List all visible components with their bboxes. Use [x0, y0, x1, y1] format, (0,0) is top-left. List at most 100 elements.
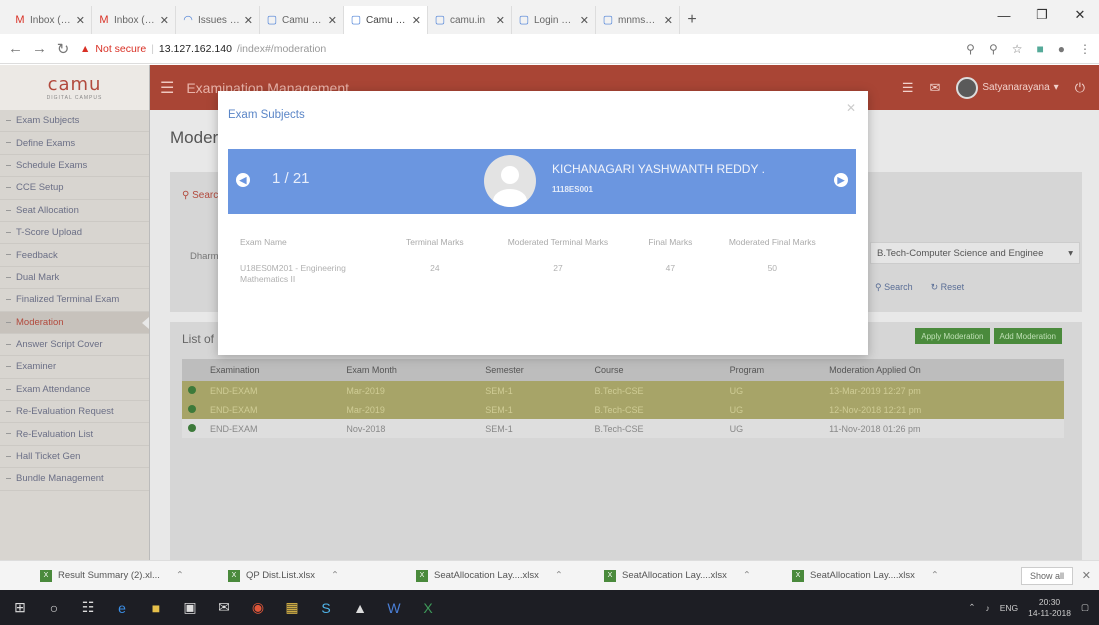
- restore-icon[interactable]: ❐: [1023, 0, 1061, 30]
- sidebar-item[interactable]: Finalized Terminal Exam: [0, 289, 149, 312]
- browser-tab[interactable]: ◠ Issues - Nand ✕: [176, 6, 260, 34]
- power-icon[interactable]: ⏻: [1075, 80, 1085, 96]
- table-row[interactable]: END-EXAM Nov-2018 SEM-1 B.Tech-CSE UG 11-Nov-…: [182, 419, 1064, 438]
- reload-icon[interactable]: ↻: [56, 40, 70, 58]
- app-icon[interactable]: ▲: [350, 598, 370, 618]
- file-explorer-icon[interactable]: ■: [146, 598, 166, 618]
- app-icon[interactable]: ▦: [282, 598, 302, 618]
- close-tab-icon[interactable]: ✕: [328, 14, 337, 27]
- sidebar-item[interactable]: Feedback: [0, 244, 149, 267]
- hamburger-icon[interactable]: ☰: [160, 78, 174, 98]
- chevron-up-icon[interactable]: ⌃: [555, 570, 563, 581]
- browser-tab[interactable]: M Inbox (1,020) ✕: [92, 6, 176, 34]
- sidebar-item[interactable]: Exam Subjects: [0, 110, 149, 133]
- logo[interactable]: camu DIGITAL CAMPUS: [0, 65, 149, 110]
- close-downloads-icon[interactable]: ✕: [1082, 569, 1091, 582]
- user-menu[interactable]: Satyanarayana ▾: [956, 76, 1059, 99]
- browser-tab[interactable]: ▢ Camu - Your ✕: [344, 6, 428, 34]
- language-indicator[interactable]: ENG: [1000, 603, 1018, 613]
- chrome-icon[interactable]: ◉: [248, 598, 268, 618]
- browser-tab[interactable]: ▢ mnmsmpw ✕: [596, 6, 680, 34]
- download-item[interactable]: X Result Summary (2).xl... ⌃: [40, 569, 228, 582]
- chevron-up-icon[interactable]: ⌃: [968, 602, 975, 613]
- apply-moderation-button[interactable]: Apply Moderation: [915, 328, 990, 344]
- exam-subjects-modal: Exam Subjects ✕ ◀ 1 / 21 KICHANAGARI YAS…: [218, 91, 868, 355]
- close-tab-icon[interactable]: ✕: [244, 14, 253, 27]
- close-tab-icon[interactable]: ✕: [664, 14, 673, 27]
- download-item[interactable]: X SeatAllocation Lay....xlsx ⌃: [604, 569, 792, 582]
- skype-icon[interactable]: S: [316, 598, 336, 618]
- table-cell: END-EXAM: [204, 381, 341, 400]
- minimize-icon[interactable]: —: [985, 0, 1023, 30]
- sidebar-item[interactable]: Exam Attendance: [0, 379, 149, 402]
- chevron-up-icon[interactable]: ⌃: [176, 570, 184, 581]
- chevron-up-icon[interactable]: ⌃: [931, 570, 939, 581]
- search-button[interactable]: ⚲ Search: [875, 282, 913, 293]
- sidebar-item[interactable]: Moderation: [0, 311, 149, 334]
- add-moderation-button[interactable]: Add Moderation: [993, 328, 1062, 344]
- sidebar-item[interactable]: CCE Setup: [0, 177, 149, 200]
- prev-student-icon[interactable]: ◀: [236, 173, 250, 187]
- edge-icon[interactable]: e: [112, 598, 132, 618]
- store-icon[interactable]: ▣: [180, 598, 200, 618]
- browser-tab[interactable]: ▢ camu.in ✕: [428, 6, 512, 34]
- mail-icon[interactable]: ✉: [929, 80, 940, 96]
- excel-icon[interactable]: X: [418, 598, 438, 618]
- reset-button[interactable]: ↻ Reset: [931, 282, 965, 293]
- sidebar-item[interactable]: Answer Script Cover: [0, 334, 149, 357]
- close-tab-icon[interactable]: ✕: [580, 14, 589, 27]
- sidebar-item[interactable]: Dual Mark: [0, 267, 149, 290]
- browser-tab[interactable]: ▢ Camu - Your ✕: [260, 6, 344, 34]
- browser-tab[interactable]: M Inbox (19) - v ✕: [8, 6, 92, 34]
- profile-icon[interactable]: ●: [1058, 42, 1065, 56]
- url-field[interactable]: ▲ Not secure | 13.127.162.140 /index#/mo…: [80, 43, 956, 55]
- sidebar-item[interactable]: T-Score Upload: [0, 222, 149, 245]
- volume-icon[interactable]: ♪: [985, 603, 989, 613]
- back-icon[interactable]: ←: [8, 40, 23, 57]
- download-item[interactable]: X QP Dist.List.xlsx ⌃: [228, 569, 416, 582]
- chevron-up-icon[interactable]: ⌃: [331, 570, 339, 581]
- table-row[interactable]: END-EXAM Mar-2019 SEM-1 B.Tech-CSE UG 13-Mar-…: [182, 381, 1064, 400]
- clock[interactable]: 20:30 14-11-2018: [1028, 597, 1071, 619]
- expand-row-icon[interactable]: [188, 423, 196, 432]
- close-tab-icon[interactable]: ✕: [160, 14, 169, 27]
- sidebar-item[interactable]: Bundle Management: [0, 468, 149, 491]
- close-tab-icon[interactable]: ✕: [496, 14, 505, 27]
- sidebar-item[interactable]: Seat Allocation: [0, 200, 149, 222]
- sidebar-item[interactable]: Re-Evaluation List: [0, 423, 149, 446]
- close-icon[interactable]: ✕: [846, 101, 856, 115]
- show-all-button[interactable]: Show all: [1020, 567, 1073, 585]
- close-tab-icon[interactable]: ✕: [412, 14, 421, 27]
- extension-icon[interactable]: ■: [1037, 42, 1044, 56]
- close-window-icon[interactable]: ✕: [1061, 0, 1099, 30]
- close-tab-icon[interactable]: ✕: [76, 14, 85, 27]
- new-tab-button[interactable]: +: [680, 6, 704, 34]
- zoom-icon[interactable]: ⚲: [989, 42, 998, 56]
- menu-dots-icon[interactable]: ⋮: [1079, 42, 1091, 56]
- program-select[interactable]: B.Tech-Computer Science and Enginee ▾: [870, 242, 1080, 264]
- table-row[interactable]: END-EXAM Mar-2019 SEM-1 B.Tech-CSE UG 12-Nov-…: [182, 400, 1064, 419]
- sidebar-item[interactable]: Hall Ticket Gen: [0, 446, 149, 469]
- next-student-icon[interactable]: ▶: [834, 173, 848, 187]
- mail-app-icon[interactable]: ✉: [214, 598, 234, 618]
- sidebar-item[interactable]: Define Exams: [0, 132, 149, 155]
- tab-title: Camu - Your: [282, 14, 324, 26]
- key-icon[interactable]: ⚲: [966, 42, 975, 56]
- expand-row-icon[interactable]: [188, 385, 196, 394]
- browser-tab[interactable]: ▢ Login Page - ✕: [512, 6, 596, 34]
- forward-icon[interactable]: →: [32, 40, 47, 57]
- list-icon[interactable]: ☰: [902, 80, 914, 96]
- sidebar-item[interactable]: Schedule Exams: [0, 155, 149, 178]
- task-view-icon[interactable]: ☷: [78, 598, 98, 618]
- notification-icon[interactable]: ▢: [1081, 602, 1089, 613]
- star-icon[interactable]: ☆: [1012, 42, 1023, 56]
- download-item[interactable]: X SeatAllocation Lay....xlsx ⌃: [416, 569, 604, 582]
- chevron-up-icon[interactable]: ⌃: [743, 570, 751, 581]
- download-item[interactable]: X SeatAllocation Lay....xlsx ⌃: [792, 569, 980, 582]
- sidebar-item[interactable]: Examiner: [0, 356, 149, 379]
- word-icon[interactable]: W: [384, 598, 404, 618]
- search-icon[interactable]: ○: [44, 598, 64, 618]
- windows-start-icon[interactable]: ⊞: [10, 598, 30, 618]
- expand-row-icon[interactable]: [188, 404, 196, 413]
- sidebar-item[interactable]: Re-Evaluation Request: [0, 401, 149, 424]
